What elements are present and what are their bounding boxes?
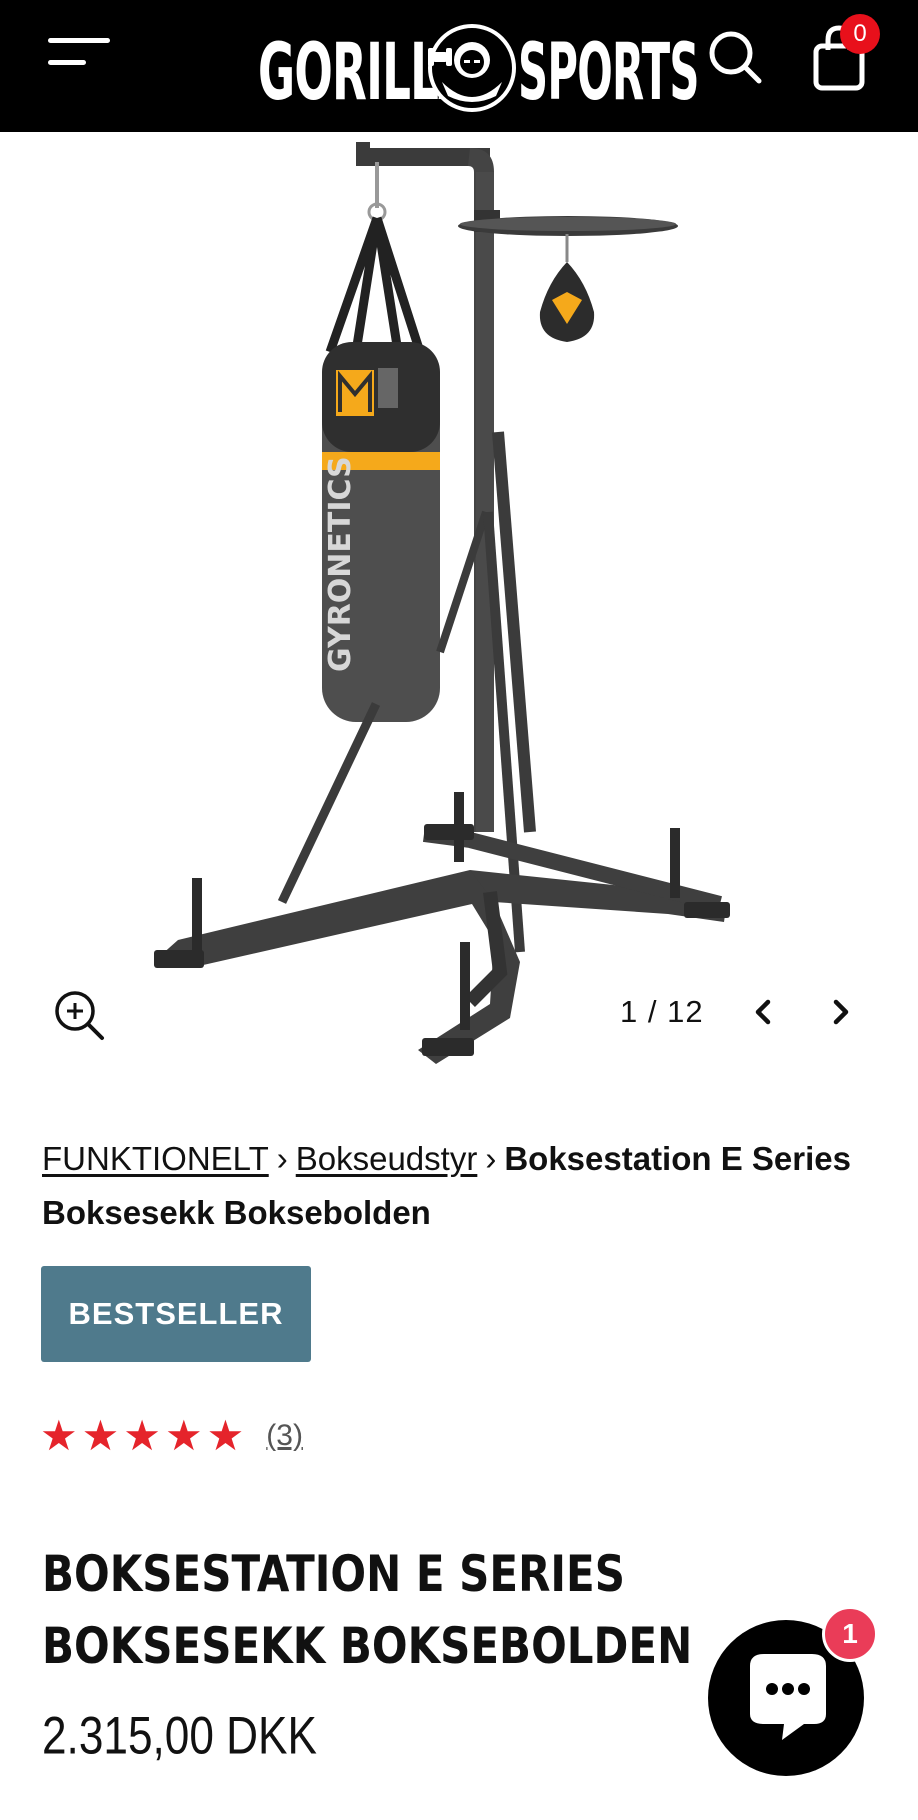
zoom-in-icon xyxy=(55,991,104,1040)
star-rating-icon: ★★★★★ xyxy=(40,1412,249,1459)
chevron-right-icon xyxy=(833,999,849,1025)
breadcrumb-item-funktionelt[interactable]: FUNKTIONELT xyxy=(42,1140,269,1177)
menu-button[interactable] xyxy=(48,36,114,76)
breadcrumb: FUNKTIONELT › Bokseudstyr › Boksestation E S… xyxy=(42,1132,892,1240)
breadcrumb-separator: › xyxy=(485,1140,497,1177)
product-image: GYRONETICS xyxy=(154,142,730,1064)
site-logo[interactable]: GORILLA SPORTS xyxy=(258,18,699,118)
breadcrumb-item-bokseudstyr[interactable]: Bokseudstyr xyxy=(296,1140,478,1177)
image-counter: 1 / 12 xyxy=(620,994,704,1029)
logo-text-right: SPORTS xyxy=(518,26,699,118)
chevron-left-icon xyxy=(755,999,771,1025)
product-price: 2.315,00 DKK xyxy=(42,1707,317,1766)
breadcrumb-separator: › xyxy=(276,1140,288,1177)
bag-brand-text: GYRONETICS xyxy=(323,456,358,672)
site-header: GORILLA SPORTS 0 xyxy=(0,0,918,132)
zoom-button[interactable] xyxy=(52,988,106,1042)
search-button[interactable] xyxy=(706,28,764,86)
cart-count-badge: 0 xyxy=(840,14,880,54)
previous-image-button[interactable] xyxy=(742,990,786,1034)
hamburger-menu-icon xyxy=(48,38,110,43)
next-image-button[interactable] xyxy=(818,990,862,1034)
hamburger-menu-icon-line xyxy=(48,60,86,65)
chat-notification-badge: 1 xyxy=(822,1606,878,1662)
search-icon xyxy=(709,31,762,84)
review-count-link[interactable]: (3) xyxy=(266,1419,303,1453)
gorilla-mascot-icon xyxy=(428,24,516,112)
product-image-gallery[interactable]: GYRONETICS 1 / 12 xyxy=(0,132,918,1072)
bestseller-badge: BESTSELLER xyxy=(41,1266,311,1362)
product-rating: ★★★★★ (3) xyxy=(40,1414,303,1458)
